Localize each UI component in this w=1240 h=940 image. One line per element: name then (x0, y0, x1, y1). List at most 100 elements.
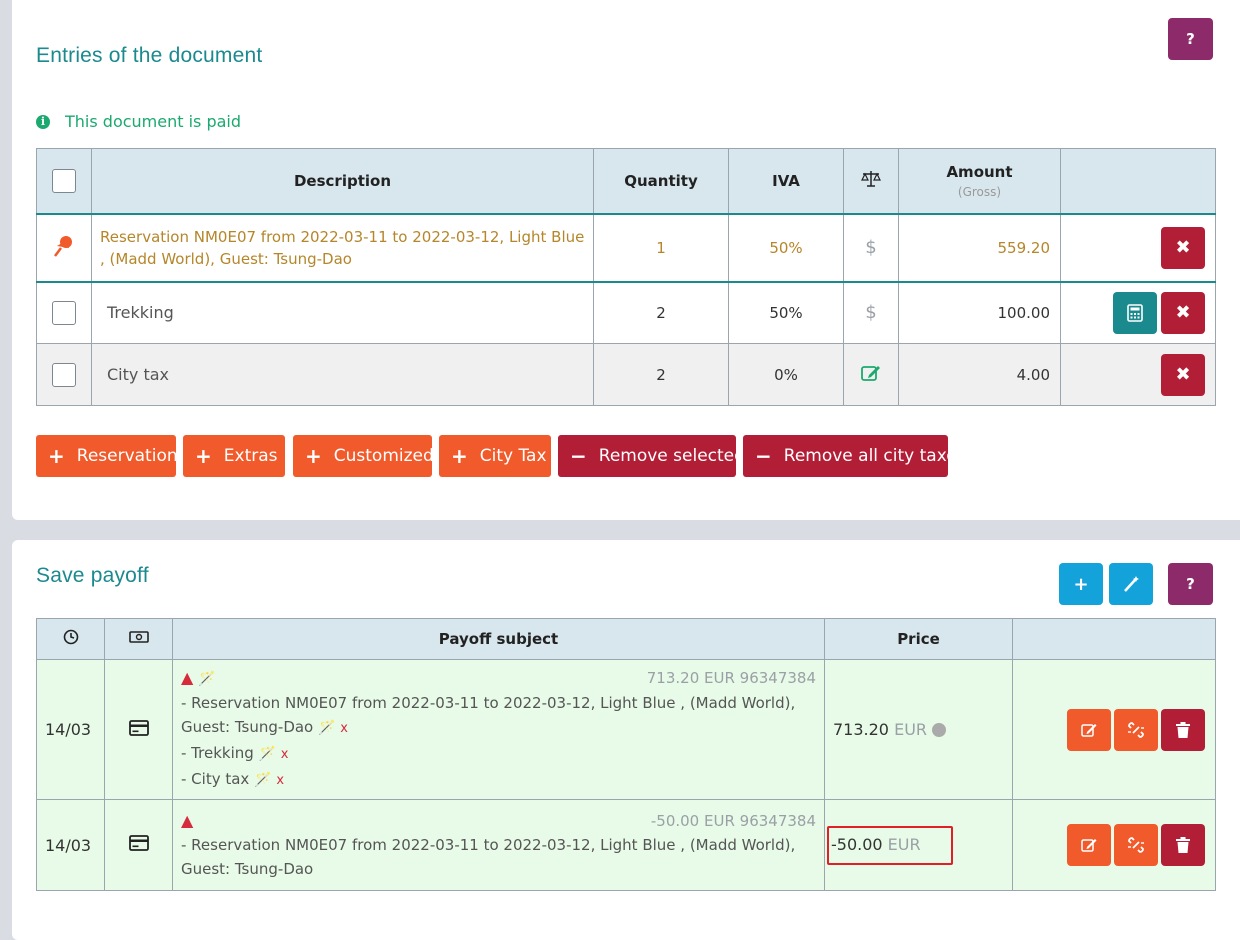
magic-wand-icon (1124, 576, 1139, 592)
remove-selected-button[interactable]: − Remove selected (558, 435, 745, 477)
entries-help-button[interactable]: ? (1168, 18, 1213, 60)
trash-icon (1176, 837, 1190, 853)
plus-icon: + (451, 444, 468, 468)
row-checkbox-cell (36, 281, 92, 344)
edit-icon (1081, 723, 1097, 737)
entry-description: City tax (91, 343, 594, 406)
unlink-payoff-button[interactable] (1114, 708, 1158, 751)
warning-icon: ▲ (181, 668, 194, 687)
close-icon: ✖ (1175, 364, 1191, 385)
add-extras-button[interactable]: + Extras (183, 435, 285, 477)
tax-type-header (843, 148, 899, 214)
payoff-line-text: Guest: Tsung-Dao (181, 718, 314, 736)
delete-payoff-button[interactable] (1161, 824, 1205, 866)
dollar-icon: $ (843, 281, 899, 344)
payoff-actions-header (1012, 618, 1216, 660)
entry-actions: ✖ (1060, 343, 1216, 406)
add-extras-label: Extras (223, 446, 278, 466)
add-customized-label: Customized (333, 446, 434, 466)
delete-entry-button[interactable]: ✖ (1161, 353, 1205, 396)
edit-icon[interactable] (861, 364, 881, 382)
entry-amount: 4.00 (898, 343, 1061, 406)
dollar-icon: $ (843, 213, 899, 282)
payoff-row: 14/03 ▲ -50.00 EUR 96347384 - Reservatio… (36, 799, 1216, 891)
magic-wand-icon[interactable]: 🪄 (254, 772, 271, 788)
auto-payoff-button[interactable] (1109, 563, 1153, 605)
payoff-row: 14/03 ▲ 🪄 713.20 EUR 96347384 - Reservat… (36, 659, 1216, 800)
minus-icon: − (570, 444, 587, 468)
credit-card-icon (128, 719, 149, 736)
row-checkbox[interactable] (52, 362, 76, 387)
remove-all-city-taxes-button[interactable]: − Remove all city taxes (743, 435, 966, 477)
payoff-help-button[interactable]: ? (1168, 563, 1213, 605)
entries-title: Entries of the document (36, 44, 263, 67)
row-checkbox[interactable] (52, 300, 76, 325)
calculator-button[interactable] (1113, 291, 1157, 334)
entry-row-trekking: Trekking 2 50% $ 100.00 ✖ (36, 281, 1216, 344)
edit-payoff-button[interactable] (1067, 824, 1111, 866)
clock-icon (63, 629, 78, 645)
entry-actions: ✖ (1060, 281, 1216, 344)
price-highlight-box: -50.00 EUR (827, 825, 953, 865)
payoff-line-wrap: Guest: Tsung-Dao 🪄 x (181, 715, 816, 741)
payoff-date: 14/03 (36, 799, 105, 891)
price-header: Price (824, 618, 1013, 660)
payoff-subject: ▲ -50.00 EUR 96347384 - Reservation NM0E… (172, 799, 825, 891)
payoff-subject-header: Payoff subject (172, 618, 825, 660)
date-header (36, 618, 105, 660)
price-currency: EUR (887, 834, 921, 854)
unlink-icon (1128, 837, 1144, 853)
actions-header (1060, 148, 1216, 214)
remove-line-icon[interactable]: x (281, 747, 289, 762)
entry-amount: 559.20 (898, 213, 1061, 282)
description-header: Description (91, 148, 594, 214)
add-reservation-label: Reservation (76, 446, 178, 466)
entry-iva: 50% (728, 213, 844, 282)
add-payoff-button[interactable]: + (1059, 563, 1103, 605)
remove-line-icon[interactable]: x (340, 721, 348, 736)
trash-icon (1176, 721, 1190, 738)
add-reservation-button[interactable]: + Reservation (36, 435, 178, 477)
magic-wand-icon[interactable]: 🪄 (318, 720, 335, 736)
iva-header: IVA (728, 148, 844, 214)
delete-payoff-button[interactable] (1161, 708, 1205, 751)
pin-cell (36, 213, 92, 282)
info-icon: i (36, 114, 50, 129)
payment-method-cell (104, 799, 173, 891)
edit-icon (1081, 839, 1097, 852)
pushpin-icon (54, 235, 72, 257)
payoff-price: -50.00 EUR (824, 799, 1013, 891)
entry-iva: 50% (728, 281, 844, 344)
remove-line-icon[interactable]: x (276, 773, 284, 788)
payoff-header-amount: 713.20 EUR 96347384 (646, 669, 816, 687)
add-city-tax-button[interactable]: + City Tax (439, 435, 551, 477)
payoff-line: - Reservation NM0E07 from 2022-03-11 to … (181, 694, 796, 712)
delete-entry-button[interactable]: ✖ (1161, 226, 1205, 269)
magic-wand-icon[interactable]: 🪄 (198, 671, 215, 687)
status-dot-icon (932, 723, 947, 737)
payoff-line-wrap: - City tax 🪄 x (181, 767, 816, 793)
plus-icon: + (195, 444, 212, 468)
add-city-tax-label: City Tax (479, 446, 547, 466)
remove-selected-label: Remove selected (598, 446, 745, 466)
edit-payoff-button[interactable] (1067, 708, 1111, 751)
delete-entry-button[interactable]: ✖ (1161, 291, 1205, 334)
payoff-header-amount: -50.00 EUR 96347384 (650, 812, 816, 830)
payoff-actions (1012, 799, 1216, 891)
price-currency: EUR (894, 720, 928, 739)
payoff-line: Guest: Tsung-Dao (181, 860, 314, 878)
select-all-cell (36, 148, 92, 214)
plus-icon: + (48, 444, 65, 468)
payoff-table: Payoff subject Price 14/03 ▲ 🪄 713.20 EU… (36, 618, 1216, 891)
select-all-checkbox[interactable] (52, 168, 76, 193)
entry-quantity: 2 (593, 343, 729, 406)
magic-wand-icon[interactable]: 🪄 (259, 746, 276, 762)
warning-icon: ▲ (181, 811, 194, 830)
entry-iva: 0% (728, 343, 844, 406)
method-header (104, 618, 173, 660)
add-customized-button[interactable]: + Customized (293, 435, 434, 477)
unlink-payoff-button[interactable] (1114, 824, 1158, 866)
amount-header-sub: (Gross) (957, 184, 1002, 199)
amount-header-label: Amount (946, 162, 1013, 181)
close-icon: ✖ (1175, 237, 1191, 258)
